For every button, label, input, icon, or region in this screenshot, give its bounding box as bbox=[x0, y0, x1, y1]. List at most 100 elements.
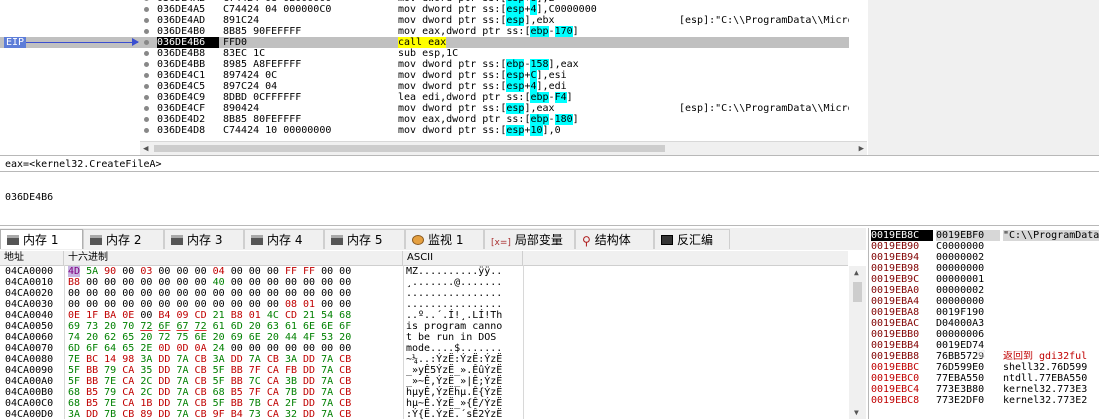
scroll-left-icon[interactable]: ◀ bbox=[143, 144, 148, 154]
stack-row[interactable]: 0019EB90 C0000000 bbox=[869, 241, 1099, 252]
tab-内存-5[interactable]: 内存 5 bbox=[324, 229, 405, 249]
tab-局部变量[interactable]: [x=] 局部变量 bbox=[484, 229, 575, 249]
dump-row[interactable]: 04CA0070 6D 6F 64 65 2E 0D 0D 0A 24 00 00… bbox=[0, 343, 848, 354]
dump-hex[interactable]: 7E BC 14 98 3A DD 7A CB 3A DD 7A CB 3A D… bbox=[68, 354, 403, 365]
dump-row[interactable]: 04CA00D0 3A DD 7B CB 89 DD 7A CB 9F B4 73… bbox=[0, 409, 848, 420]
stack-row[interactable]: 0019EB8C 0019EBF0 "C:\\ProgramData bbox=[869, 230, 1099, 241]
scroll-right-icon[interactable]: ▶ bbox=[859, 144, 864, 154]
tab-label: 内存 2 bbox=[106, 233, 142, 247]
dump-hex[interactable]: 68 B5 7E CA 1B DD 7A CB 5F BB 7B CA 2F D… bbox=[68, 398, 403, 409]
dump-row[interactable]: 04CA0060 74 20 62 65 20 72 75 6E 20 69 6E… bbox=[0, 332, 848, 343]
breakpoint-dot-icon[interactable] bbox=[144, 117, 149, 122]
stack-row[interactable]: 0019EBC8 773E2DF0 kernel32.773E2 bbox=[869, 395, 1099, 406]
breakpoint-dot-icon[interactable] bbox=[144, 51, 149, 56]
disasm-row[interactable]: 036DE4D2 8B85 80FEFFFF mov eax,dword ptr s… bbox=[0, 114, 849, 125]
breakpoint-dot-icon[interactable] bbox=[144, 106, 149, 111]
dump-row[interactable]: 04CA0090 5F BB 79 CA 35 DD 7A CB 5F BB 7F… bbox=[0, 365, 848, 376]
dump-hex[interactable]: 5F BB 7E CA 2C DD 7A CB 5F BB 7C CA 3B D… bbox=[68, 376, 403, 387]
stack-address: 0019EB9C bbox=[871, 274, 920, 285]
disasm-row[interactable]: 036DE4B0 8B85 90FEFFFF mov eax,dword ptr s… bbox=[0, 26, 849, 37]
dump-hex[interactable]: 69 73 20 70 72 6F 67 72 61 6D 20 63 61 6… bbox=[68, 321, 403, 332]
dump-row[interactable]: 04CA0020 00 00 00 00 00 00 00 00 00 00 00… bbox=[0, 288, 848, 299]
tab-内存-4[interactable]: 内存 4 bbox=[244, 229, 324, 249]
dump-row[interactable]: 04CA0050 69 73 20 70 72 6F 67 72 61 6D 20… bbox=[0, 321, 848, 332]
tab-内存-1[interactable]: 内存 1 bbox=[0, 229, 83, 249]
dump-hex[interactable]: 3A DD 7B CB 89 DD 7A CB 9F B4 73 CA 32 D… bbox=[68, 409, 403, 420]
dump-row[interactable]: 04CA00B0 68 B5 79 CA 2C DD 7A CB 68 B5 7F… bbox=[0, 387, 848, 398]
stack-row[interactable]: 0019EBA4 00000000 bbox=[869, 296, 1099, 307]
stack-row[interactable]: 0019EBAC D04000A3 bbox=[869, 318, 1099, 329]
stack-row[interactable]: 0019EB9C 00000001 bbox=[869, 274, 1099, 285]
memory-dump-view[interactable]: 地址 十六进制 ASCII ▲ ▼ 04CA0000 4D 5A 90 00 03… bbox=[0, 251, 866, 420]
breakpoint-dot-icon[interactable] bbox=[144, 73, 149, 78]
stack-row[interactable]: 0019EB98 00000000 bbox=[869, 263, 1099, 274]
stack-row[interactable]: 0019EB94 00000002 bbox=[869, 252, 1099, 263]
disasm-row[interactable]: 036DE4C9 8DBD 0CFFFFFF lea edi,dword ptr s… bbox=[0, 92, 849, 103]
disasm-row[interactable]: 036DE4B8 83EC 1C sub esp,1C bbox=[0, 48, 849, 59]
disasm-address: 036DE4CF bbox=[157, 103, 206, 114]
dump-vertical-scrollbar[interactable]: ▲ ▼ bbox=[849, 266, 866, 419]
breakpoint-dot-icon[interactable] bbox=[144, 0, 149, 1]
stack-row[interactable]: 0019EBC0 77EBA550 ntdll.77EBA550 bbox=[869, 373, 1099, 384]
stack-row[interactable]: 0019EBA8 0019F190 bbox=[869, 307, 1099, 318]
scroll-thumb[interactable] bbox=[154, 145, 665, 152]
disasm-row[interactable]: 036DE4A5 C74424 04 000000C0 mov dword ptr … bbox=[0, 4, 849, 15]
tab-内存-2[interactable]: 内存 2 bbox=[83, 229, 164, 249]
stack-value: 00000000 bbox=[936, 296, 985, 307]
tab-结构体[interactable]: ⚲ 结构体 bbox=[575, 229, 654, 249]
tab-监视-1[interactable]: 监视 1 bbox=[405, 229, 484, 249]
dump-row[interactable]: 04CA0010 B8 00 00 00 00 00 00 00 40 00 00… bbox=[0, 277, 848, 288]
dump-row[interactable]: 04CA0040 0E 1F BA 0E 00 B4 09 CD 21 B8 01… bbox=[0, 310, 848, 321]
dump-hex[interactable]: 6D 6F 64 65 2E 0D 0D 0A 24 00 00 00 00 0… bbox=[68, 343, 403, 354]
scroll-down-icon[interactable]: ▼ bbox=[854, 408, 859, 417]
disasm-row[interactable]: 036DE4AD 891C24 mov dword ptr ss:[esp],ebx… bbox=[0, 15, 849, 26]
dump-ascii: hµ~Ê.ÝzË_»{Ê/ÝzË bbox=[406, 398, 503, 409]
scroll-up-icon[interactable]: ▲ bbox=[854, 268, 859, 277]
column-header-ascii[interactable]: ASCII bbox=[403, 251, 523, 265]
disasm-row[interactable]: 036DE4D8 C74424 10 00000000 mov dword ptr … bbox=[0, 125, 849, 136]
column-header-address[interactable]: 地址 bbox=[0, 251, 64, 265]
dump-row[interactable]: 04CA00C0 68 B5 7E CA 1B DD 7A CB 5F BB 7B… bbox=[0, 398, 848, 409]
dump-row[interactable]: 04CA0080 7E BC 14 98 3A DD 7A CB 3A DD 7A… bbox=[0, 354, 848, 365]
dump-hex[interactable]: 74 20 62 65 20 72 75 6E 20 69 6E 20 44 4… bbox=[68, 332, 403, 343]
tab-反汇编[interactable]: 反汇编 bbox=[654, 229, 730, 249]
dump-hex[interactable]: 00 00 00 00 00 00 00 00 00 00 00 00 00 0… bbox=[68, 288, 403, 299]
breakpoint-dot-icon[interactable] bbox=[144, 62, 149, 67]
dump-address: 04CA00B0 bbox=[5, 387, 54, 398]
dump-row[interactable]: 04CA00A0 5F BB 7E CA 2C DD 7A CB 5F BB 7C… bbox=[0, 376, 848, 387]
disasm-row[interactable]: 036DE4C1 897424 0C mov dword ptr ss:[esp+C… bbox=[0, 70, 849, 81]
dump-hex[interactable]: 5F BB 79 CA 35 DD 7A CB 5F BB 7F CA FB D… bbox=[68, 365, 403, 376]
scroll-thumb[interactable] bbox=[853, 282, 862, 302]
dump-hex[interactable]: 00 00 00 00 00 00 00 00 00 00 00 00 08 0… bbox=[68, 299, 403, 310]
breakpoint-dot-icon[interactable] bbox=[144, 7, 149, 12]
dump-row[interactable]: 04CA0030 00 00 00 00 00 00 00 00 00 00 00… bbox=[0, 299, 848, 310]
disasm-instruction: mov dword ptr ss:[esp+4],C0000000 bbox=[398, 4, 597, 15]
stack-row[interactable]: 0019EBBC 76D599E0 shell32.76D599 bbox=[869, 362, 1099, 373]
disasm-row[interactable]: 036DE4CF 890424 mov dword ptr ss:[esp],eax… bbox=[0, 103, 849, 114]
dump-hex[interactable]: 4D 5A 90 00 03 00 00 00 04 00 00 00 FF F… bbox=[68, 266, 403, 277]
disasm-row[interactable]: 036DE4C5 897C24 04 mov dword ptr ss:[esp+4… bbox=[0, 81, 849, 92]
breakpoint-dot-icon[interactable] bbox=[144, 29, 149, 34]
tab-内存-3[interactable]: 内存 3 bbox=[164, 229, 244, 249]
disasm-address: 036DE4BB bbox=[157, 59, 206, 70]
breakpoint-dot-icon[interactable] bbox=[144, 18, 149, 23]
breakpoint-dot-icon[interactable] bbox=[144, 40, 149, 45]
breakpoint-dot-icon[interactable] bbox=[144, 84, 149, 89]
stack-row[interactable]: 0019EBA0 00000002 bbox=[869, 285, 1099, 296]
disasm-horizontal-scrollbar[interactable]: ◀ ▶ bbox=[140, 141, 867, 155]
stack-row[interactable]: 0019EBC4 773E3B80 kernel32.773E3 bbox=[869, 384, 1099, 395]
stack-view[interactable]: 0019EB8C 0019EBF0 "C:\\ProgramData 0019EB90… bbox=[868, 228, 1099, 419]
disassembly-view[interactable]: 036DE4A2C74424 08 02000000mov dword ptr … bbox=[0, 0, 849, 142]
stack-address: 0019EBC0 bbox=[871, 373, 920, 384]
dump-row[interactable]: 04CA0000 4D 5A 90 00 03 00 00 00 04 00 00… bbox=[0, 266, 848, 277]
dump-ascii: ..º..´.Í!¸.LÍ!Th bbox=[406, 310, 503, 321]
breakpoint-dot-icon[interactable] bbox=[144, 95, 149, 100]
dump-hex[interactable]: B8 00 00 00 00 00 00 00 40 00 00 00 00 0… bbox=[68, 277, 403, 288]
disasm-row[interactable]: 036DE4BB 8985 A8FEFFFF mov dword ptr ss:[e… bbox=[0, 59, 849, 70]
disasm-instruction: lea edi,dword ptr ss:[ebp-F4] bbox=[398, 92, 573, 103]
stack-row[interactable]: 0019EBB0 00000006 bbox=[869, 329, 1099, 340]
dump-hex[interactable]: 0E 1F BA 0E 00 B4 09 CD 21 B8 01 4C CD 2… bbox=[68, 310, 403, 321]
dump-hex[interactable]: 68 B5 79 CA 2C DD 7A CB 68 B5 7F CA 7B D… bbox=[68, 387, 403, 398]
column-header-hex[interactable]: 十六进制 bbox=[64, 251, 403, 265]
breakpoint-dot-icon[interactable] bbox=[144, 128, 149, 133]
